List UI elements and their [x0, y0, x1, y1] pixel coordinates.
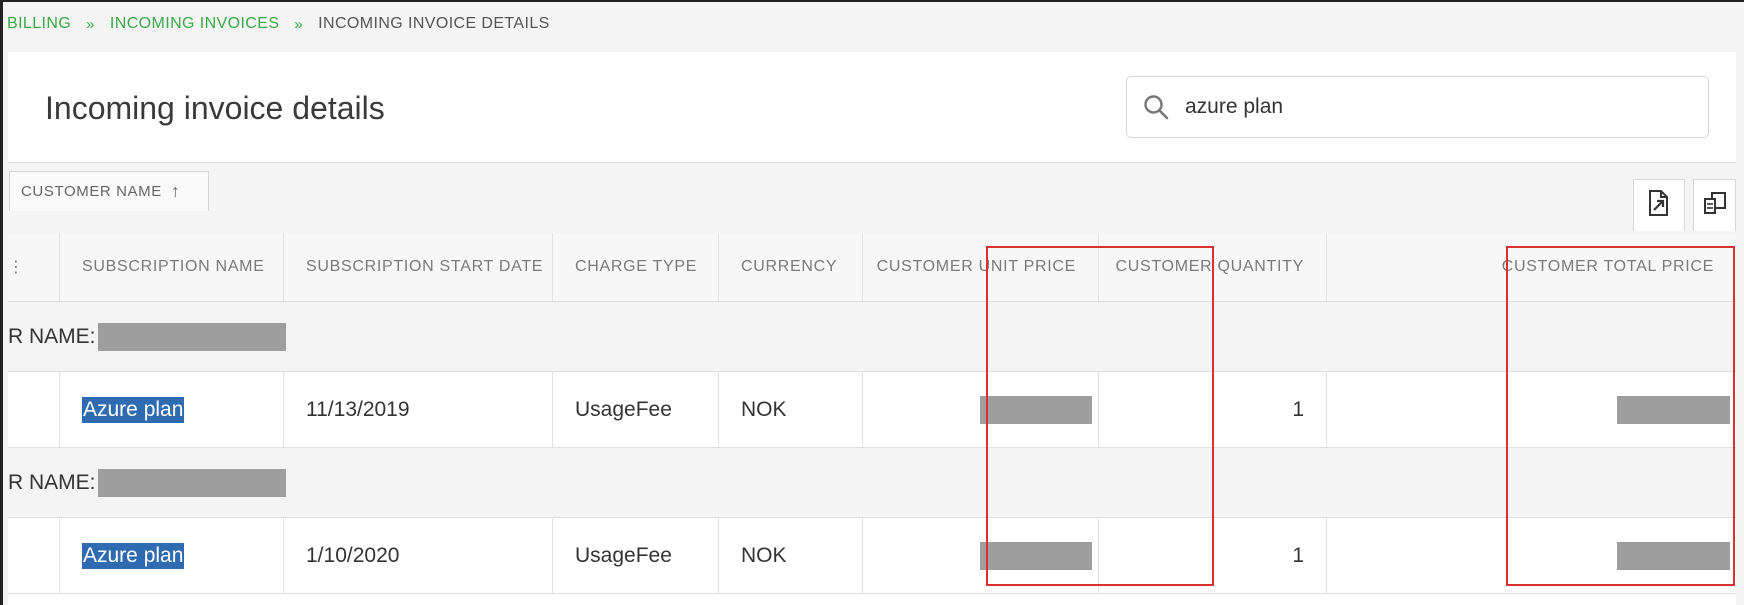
grouping-bar: CUSTOMER NAME ↑ [8, 165, 1736, 233]
column-header-subscription-name[interactable]: SUBSCRIPTION NAME [60, 233, 284, 301]
columns-icon [1703, 191, 1727, 220]
column-header-currency[interactable]: CURRENCY [719, 233, 863, 301]
page-title: Incoming invoice details [45, 90, 385, 126]
group-label-prefix: R NAME: [8, 471, 96, 494]
subscription-name: Azure plan [82, 542, 185, 569]
unit-price-cell [863, 372, 1099, 447]
row-spacer [8, 372, 60, 447]
column-menu-icon[interactable]: ⋮ [8, 233, 60, 301]
redacted-customer-name [97, 469, 286, 497]
unit-price-cell [863, 518, 1099, 593]
subscription-name-cell: Azure plan [60, 372, 284, 447]
redacted-customer-name [97, 323, 286, 351]
group-chip-customer-name[interactable]: CUSTOMER NAME ↑ [9, 171, 209, 211]
group-chip-label: CUSTOMER NAME [21, 183, 162, 200]
column-header-customer-unit-price[interactable]: CUSTOMER UNIT PRICE [863, 233, 1099, 301]
search-box[interactable] [1126, 76, 1709, 138]
breadcrumb-billing[interactable]: BILLING [7, 15, 71, 33]
breadcrumb-current: INCOMING INVOICE DETAILS [318, 15, 550, 32]
table-row[interactable]: Azure plan 1/10/2020 UsageFee NOK 1 [8, 518, 1736, 594]
sort-ascending-icon[interactable]: ↑ [171, 181, 181, 202]
invoice-grid: ⋮ SUBSCRIPTION NAME SUBSCRIPTION START D… [8, 233, 1736, 605]
quantity-cell: 1 [1099, 518, 1327, 593]
redacted-total-price [1617, 541, 1730, 570]
search-input[interactable] [1185, 95, 1665, 119]
group-label: R NAME: [8, 302, 286, 372]
breadcrumb: BILLING » INCOMING INVOICES » INCOMING I… [7, 12, 550, 36]
total-price-cell [1327, 372, 1736, 447]
redacted-unit-price [980, 541, 1092, 570]
redacted-unit-price [980, 395, 1092, 424]
currency-cell: NOK [719, 518, 863, 593]
table-header: ⋮ SUBSCRIPTION NAME SUBSCRIPTION START D… [8, 233, 1736, 302]
subscription-name: Azure plan [82, 396, 185, 423]
group-label: R NAME: [8, 448, 286, 518]
column-header-customer-total-price[interactable]: CUSTOMER TOTAL PRICE [1327, 233, 1736, 301]
table-row[interactable]: Azure plan 11/13/2019 UsageFee NOK 1 [8, 372, 1736, 448]
search-icon [1127, 77, 1185, 137]
export-icon [1647, 190, 1671, 221]
column-header-charge-type[interactable]: CHARGE TYPE [553, 233, 719, 301]
charge-type-cell: UsageFee [553, 372, 719, 447]
export-button[interactable] [1633, 179, 1685, 231]
start-date-cell: 1/10/2020 [284, 518, 553, 593]
quantity-cell: 1 [1099, 372, 1327, 447]
column-header-customer-quantity[interactable]: CUSTOMER QUANTITY [1099, 233, 1327, 301]
row-spacer [8, 518, 60, 593]
redacted-total-price [1617, 395, 1730, 424]
currency-cell: NOK [719, 372, 863, 447]
breadcrumb-separator: » [86, 15, 95, 33]
header-panel: Incoming invoice details [8, 52, 1736, 163]
charge-type-cell: UsageFee [553, 518, 719, 593]
start-date-cell: 11/13/2019 [284, 372, 553, 447]
columns-button[interactable] [1693, 179, 1736, 231]
subscription-name-cell: Azure plan [60, 518, 284, 593]
breadcrumb-incoming-invoices[interactable]: INCOMING INVOICES [110, 15, 279, 33]
total-price-cell [1327, 518, 1736, 593]
group-row[interactable]: R NAME: [8, 302, 1736, 372]
column-header-subscription-start-date[interactable]: SUBSCRIPTION START DATE [284, 233, 553, 301]
group-row[interactable]: R NAME: [8, 448, 1736, 518]
breadcrumb-separator: » [294, 15, 304, 33]
group-label-prefix: R NAME: [8, 325, 96, 348]
